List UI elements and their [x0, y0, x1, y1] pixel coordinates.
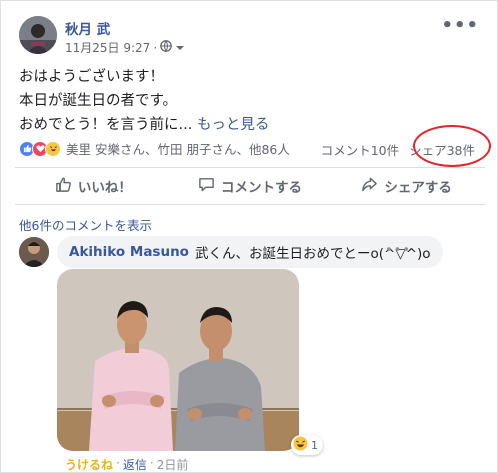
comment-button-label: コメントする	[221, 180, 302, 196]
share-arrow-icon	[361, 176, 378, 197]
reply-link[interactable]: 返信	[123, 456, 147, 473]
see-more-link[interactable]: もっと見る	[197, 117, 270, 133]
commenter-avatar[interactable]	[19, 237, 49, 267]
share-button-label: シェアする	[384, 180, 452, 196]
share-button[interactable]: シェアする	[328, 169, 485, 203]
comment-reaction-badge[interactable]: 1	[291, 435, 323, 455]
footer-separator-1: ·	[116, 456, 120, 470]
like-button[interactable]: いいね！	[15, 169, 172, 203]
comment-footer: うけるね · 返信 · 2日前	[65, 456, 188, 473]
view-more-comments-link[interactable]: 他6件のコメントを表示	[19, 215, 152, 234]
globe-icon	[160, 40, 172, 55]
post-line-3: おめでとう！を言う前に... もっと見る	[19, 113, 479, 137]
audience-chevron-down-icon[interactable]	[175, 41, 185, 55]
post-meta: 11月25日 9:27 ·	[65, 39, 185, 56]
comment-options-icon[interactable]: •••	[385, 243, 411, 258]
footer-separator-2: ·	[149, 456, 154, 470]
post-card: 秋月 武 11月25日 9:27 · ••• おはようございます！ 本日が誕生日…	[0, 0, 498, 473]
comment-timestamp[interactable]: 2日前	[157, 456, 189, 473]
reactor-names[interactable]: 美里 安樂さん、竹田 朋子さん、他86人	[66, 139, 290, 158]
post-date[interactable]: 11月25日 9:27	[65, 39, 150, 56]
divider-top	[15, 167, 485, 168]
post-line-1: おはようございます！	[19, 69, 164, 85]
action-bar: いいね！ コメントする シェアする	[15, 169, 485, 203]
comments-count[interactable]: コメント10件	[321, 140, 399, 159]
comment-bubble-icon	[198, 176, 215, 197]
post-line-3-text: おめでとう！を言う前に...	[19, 117, 193, 133]
comment-react-link[interactable]: うけるね	[65, 456, 113, 473]
reaction-summary[interactable]: 美里 安樂さん、竹田 朋子さん、他86人	[19, 139, 290, 158]
post-author-name[interactable]: 秋月 武	[65, 18, 110, 38]
meta-separator: ·	[153, 40, 158, 55]
divider-bottom	[15, 204, 485, 205]
post-line-2: 本日が誕生日の者です。	[19, 93, 178, 109]
post-body: おはようございます！ 本日が誕生日の者です。 おめでとう！を言う前に... もっ…	[19, 65, 479, 137]
haha-badge-icon	[293, 436, 308, 454]
thumbs-up-icon	[55, 176, 72, 197]
comment-reaction-count: 1	[311, 438, 318, 452]
post-options-icon[interactable]: •••	[441, 15, 479, 36]
comment-button[interactable]: コメントする	[172, 169, 329, 203]
share-highlight-circle	[413, 125, 491, 167]
commenter-name[interactable]: Akihiko Masuno	[69, 244, 189, 260]
author-avatar[interactable]	[19, 16, 57, 54]
comment-photo[interactable]	[57, 269, 299, 451]
like-button-label: いいね！	[77, 180, 132, 196]
haha-reaction-icon	[45, 140, 61, 157]
